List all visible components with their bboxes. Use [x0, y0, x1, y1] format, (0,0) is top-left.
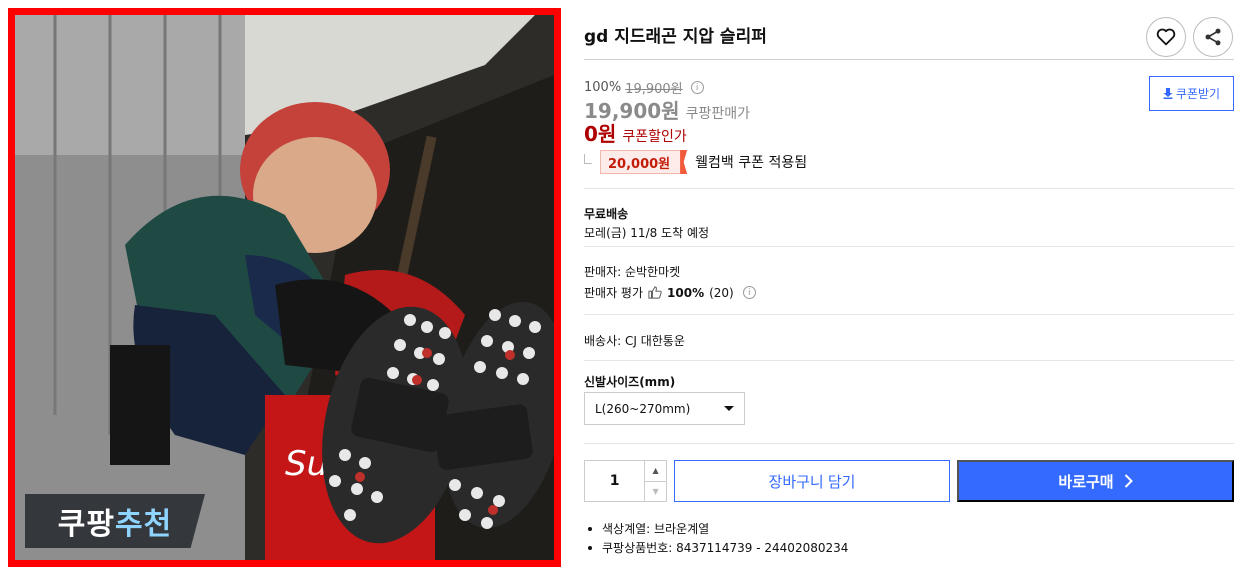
- quantity-down-button[interactable]: ▼: [645, 480, 666, 502]
- coupon-price: 0원: [584, 122, 617, 146]
- carrier-info: 배송사: CJ 대한통운: [584, 334, 685, 348]
- cash-badge: 20,000원: [600, 150, 682, 174]
- info-icon[interactable]: i: [742, 286, 756, 299]
- spec-item-color: 색상계열: 브라운계열: [584, 519, 848, 538]
- spec-list: 색상계열: 브라운계열 쿠팡상품번호: 8437114739 - 2440208…: [584, 519, 848, 557]
- seller-rating-count: (20): [709, 285, 734, 300]
- wishlist-button[interactable]: [1146, 17, 1186, 57]
- spec-item-product-number: 쿠팡상품번호: 8437114739 - 24402080234: [584, 538, 848, 557]
- coupon-price-label: 쿠폰할인가: [622, 129, 687, 145]
- size-select[interactable]: L(260~270mm): [584, 392, 745, 425]
- add-to-cart-label: 장바구니 담기: [768, 473, 856, 491]
- seller-rating-value: 100%: [667, 285, 705, 300]
- quantity-stepper[interactable]: 1 ▲ ▼: [584, 460, 667, 502]
- option-label: 신발사이즈(mm): [584, 375, 676, 389]
- buy-now-button[interactable]: 바로구매: [957, 460, 1234, 502]
- quantity-input[interactable]: 1: [585, 461, 644, 501]
- coupon-download-button[interactable]: 쿠폰받기: [1149, 76, 1234, 111]
- divider: [584, 59, 1234, 60]
- divider: [584, 314, 1234, 315]
- welcome-coupon-text: 웰컴백 쿠폰 적용됨: [695, 155, 808, 171]
- info-icon[interactable]: i: [690, 81, 704, 94]
- badge-text-1: 쿠팡: [57, 507, 115, 542]
- coupon-download-label: 쿠폰받기: [1175, 87, 1221, 101]
- download-icon: [1163, 88, 1173, 99]
- product-photo: Su: [15, 15, 554, 560]
- heart-icon: [1156, 28, 1176, 46]
- divider: [584, 188, 1234, 189]
- shipping-eta: 모레(금) 11/8 도착 예정: [584, 226, 710, 240]
- discount-rate: 100%: [584, 80, 622, 95]
- quantity-arrows: ▲ ▼: [644, 461, 666, 501]
- thumbs-up-icon: [648, 286, 662, 299]
- coupang-recommend-badge: 쿠팡 추천: [25, 494, 205, 548]
- badge-text-2: 추천: [115, 507, 173, 542]
- welcome-coupon-row: 20,000원 웰컴백 쿠폰 적용됨: [584, 150, 807, 174]
- seller-rating-label: 판매자 평가: [584, 286, 644, 300]
- caret-down-icon: [724, 406, 734, 411]
- product-image[interactable]: Su 쿠팡 추천: [8, 8, 561, 567]
- share-button[interactable]: [1193, 17, 1233, 57]
- seller-name[interactable]: 판매자: 순박한마켓: [584, 263, 680, 280]
- buy-now-label: 바로구매: [1058, 473, 1114, 491]
- size-select-value: L(260~270mm): [595, 401, 691, 416]
- divider: [584, 443, 1234, 444]
- tree-connector: [584, 154, 592, 164]
- chevron-right-icon: [1124, 474, 1133, 488]
- divider: [584, 246, 1234, 247]
- svg-text:Su: Su: [285, 444, 328, 484]
- add-to-cart-button[interactable]: 장바구니 담기: [674, 460, 950, 502]
- coupon-price-row: 0원 쿠폰할인가: [584, 118, 687, 147]
- sale-price-label: 쿠팡판매가: [685, 106, 750, 122]
- share-icon: [1205, 28, 1221, 46]
- shipping-title: 무료배송: [584, 207, 629, 221]
- seller-rating: 판매자 평가 100% (20) i: [584, 284, 756, 301]
- quantity-up-button[interactable]: ▲: [645, 461, 666, 481]
- divider: [584, 360, 1234, 361]
- product-info-panel: gd 지드래곤 지압 슬리퍼 100% 19,900원 i 19,900원 쿠팡…: [584, 0, 1234, 576]
- product-title: gd 지드래곤 지압 슬리퍼: [584, 27, 767, 47]
